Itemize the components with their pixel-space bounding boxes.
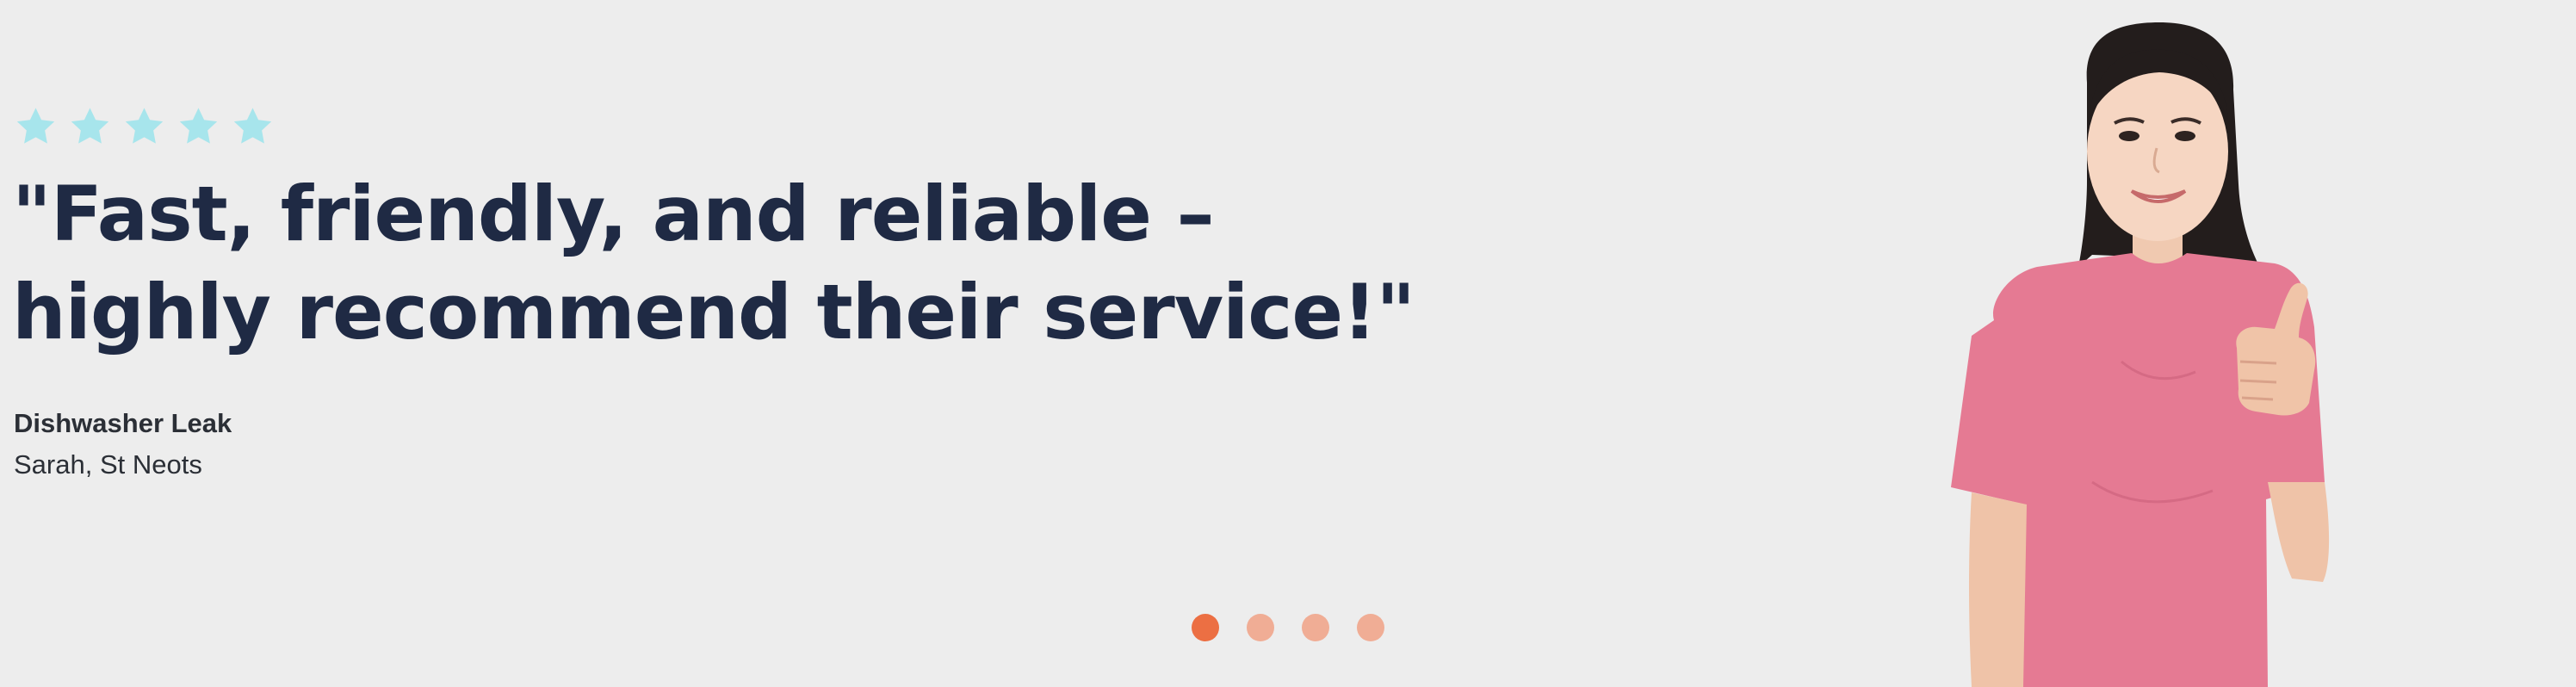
person-thumbs-up-photo — [1951, 22, 2330, 687]
star-icon — [179, 108, 218, 144]
quote-line-2: highly recommend their service!" — [12, 268, 1415, 356]
customer-name: Sarah, St Neots — [14, 449, 202, 480]
pagination-dot-3[interactable] — [1302, 614, 1329, 641]
testimonial-slide: "Fast, friendly, and reliable – highly r… — [0, 0, 2576, 687]
testimonial-quote: "Fast, friendly, and reliable – highly r… — [12, 165, 1415, 362]
star-icon — [71, 108, 109, 144]
pagination-dot-4[interactable] — [1357, 614, 1384, 641]
quote-line-1: "Fast, friendly, and reliable – — [12, 170, 1215, 258]
service-title: Dishwasher Leak — [14, 408, 232, 438]
pagination-dot-1[interactable] — [1192, 614, 1219, 641]
carousel-pagination — [1192, 614, 1384, 641]
pagination-dot-2[interactable] — [1247, 614, 1274, 641]
star-icon — [125, 108, 164, 144]
star-icon — [233, 108, 272, 144]
star-icon — [16, 108, 55, 144]
star-rating — [14, 105, 275, 149]
